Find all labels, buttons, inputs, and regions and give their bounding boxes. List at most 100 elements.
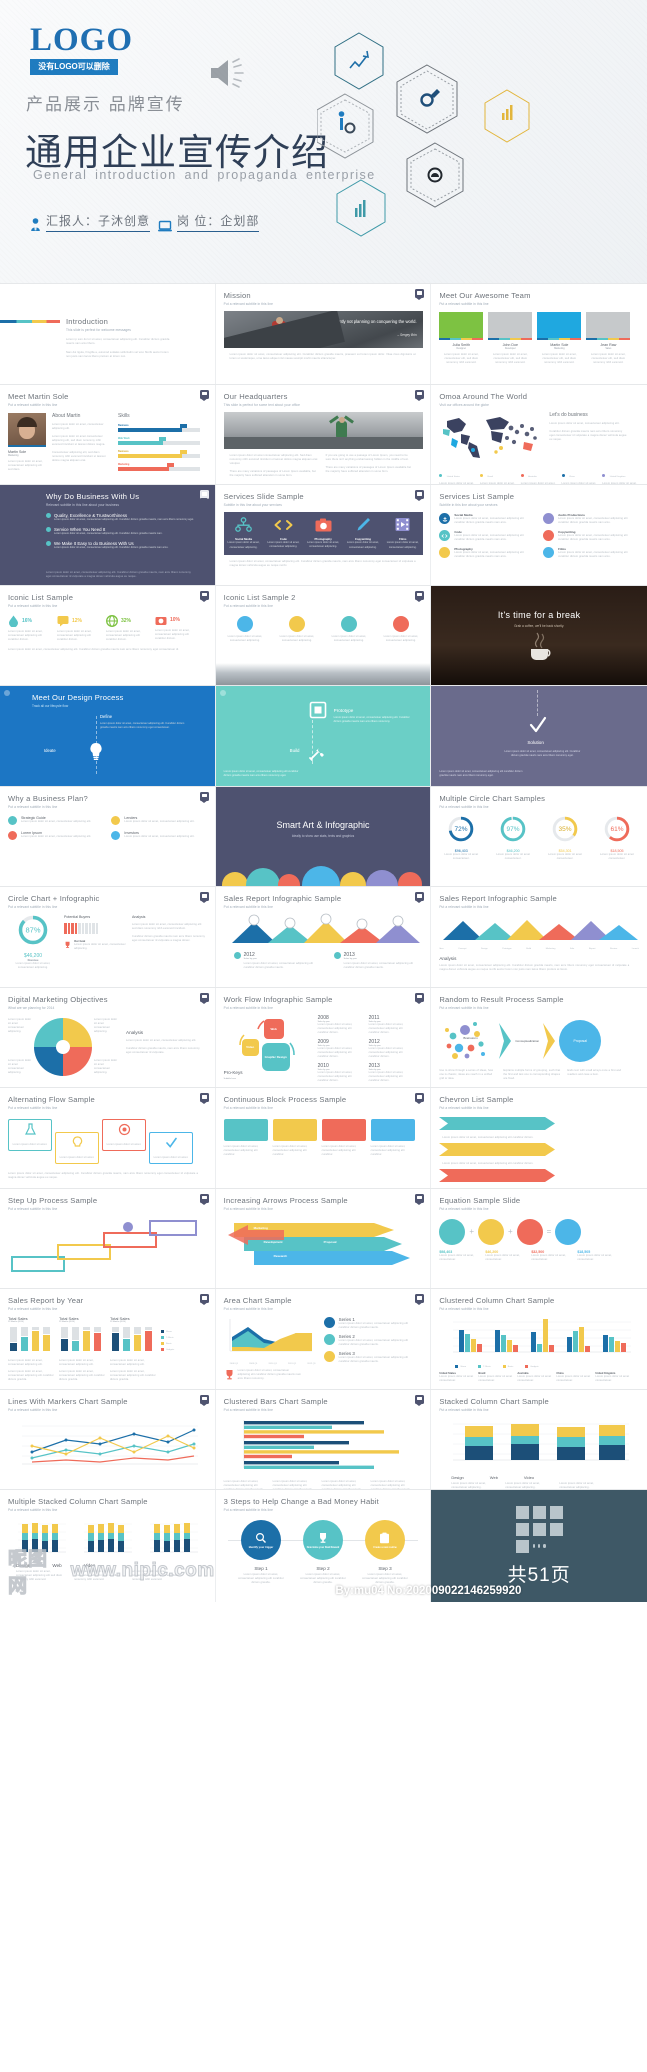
- slide-thumb-step-up[interactable]: Step Up Process Sample Put a relevant su…: [0, 1188, 216, 1288]
- slide-thumb-multi-stacked[interactable]: Multiple Stacked Column Chart Sample Put…: [0, 1490, 216, 1602]
- lightbulb-icon: [90, 742, 102, 760]
- slide-thumb-circle-charts[interactable]: Multiple Circle Chart Samples Put a rele…: [431, 786, 647, 886]
- team-member-card[interactable]: Julia Smith Designer Lorem ipsum dolor s…: [439, 312, 484, 365]
- speaker-icon: [211, 58, 244, 88]
- slide-badge-icon: [199, 1394, 209, 1406]
- slide-subtitle: Put a relevant subtitle in this line: [223, 1407, 273, 1412]
- slide-thumb-continuous-blocks[interactable]: Continuous Block Process Sample Put a re…: [215, 1088, 432, 1188]
- sales-card: Total Sales 12 Months (2014) Lorem ipsum…: [59, 1316, 105, 1382]
- service-item[interactable]: Films Lorem ipsum dolor sit amet, consec…: [386, 517, 420, 549]
- slide-thumb-sales-by-year[interactable]: Sales Report by Year Put a relevant subt…: [0, 1289, 216, 1389]
- service-list-item[interactable]: Photography Lorem ipsum dolor sit amet, …: [439, 547, 535, 559]
- flow-card[interactable]: Lorem ipsum dolor sit amet.: [149, 1132, 193, 1165]
- slide-thumb-iconic-list-2[interactable]: Iconic List Sample 2 Put a relevant subt…: [215, 585, 432, 685]
- slide-thumb-circle-infographic[interactable]: Circle Chart + Infographic Put a relevan…: [0, 887, 216, 987]
- arrow-label: Proposal: [323, 1239, 337, 1244]
- slide-thumb-clustered-column[interactable]: Clustered Column Chart Sample Put a rele…: [431, 1289, 647, 1389]
- plan-item[interactable]: Lorem Ipsum Lorem ipsum dolor sit amet, …: [8, 830, 103, 840]
- slide-thumb-digital-marketing[interactable]: Digital Marketing Objectives What are we…: [0, 987, 216, 1087]
- slide-thumb-area-chart[interactable]: Area Chart Sample Put a relevant subtitl…: [215, 1289, 432, 1389]
- slide-title: Services Slide Sample: [223, 492, 304, 501]
- slide-thumb-break[interactable]: It's time for a break Grab a coffee, we'…: [431, 585, 647, 685]
- block[interactable]: [370, 1119, 415, 1141]
- slide-thumb-iconic-list[interactable]: Iconic List Sample Put a relevant subtit…: [0, 585, 216, 685]
- slide-thumb-world-map[interactable]: Omoa Around The World Visit our offices …: [431, 384, 647, 484]
- slide-thumb-work-flow[interactable]: Work Flow Infographic Sample Put a relev…: [215, 987, 432, 1087]
- icon-stat[interactable]: Lorem ipsum dolor sit amet, consectetuer…: [330, 615, 368, 643]
- side-heading: Let's do business: [549, 411, 588, 418]
- block[interactable]: [272, 1119, 317, 1141]
- service-item[interactable]: Code Lorem ipsum dolor sit amet, consect…: [266, 518, 300, 549]
- icon-stat[interactable]: Lorem ipsum dolor sit amet, consectetuer…: [226, 615, 264, 643]
- slide-thumb-prototype[interactable]: Prototype Lorem ipsum dolor sit amet, co…: [215, 686, 432, 786]
- stat-item[interactable]: 10% Lorem ipsum dolor sit amet, consecte…: [155, 615, 197, 642]
- slide-thumb-random-result[interactable]: Random to Result Process Sample Put a re…: [431, 987, 647, 1087]
- service-list-item[interactable]: Films Lorem ipsum dolor sit amet, consec…: [543, 547, 639, 559]
- slide-thumb-increasing-arrows[interactable]: Increasing Arrows Process Sample Put a r…: [215, 1188, 432, 1288]
- service-list-item[interactable]: Social Media Lorem ipsum dolor sit amet,…: [439, 513, 535, 525]
- slide-thumb-sales-infographic[interactable]: Sales Report Infographic Sample Put a re…: [215, 887, 432, 987]
- water-drop-icon: [9, 615, 18, 627]
- slide-thumb-smart-art[interactable]: Smart Art & Infographic Ideally to show …: [215, 786, 432, 886]
- step-item[interactable]: Determine your Real Reward Step 2 Lorem …: [299, 1520, 347, 1585]
- slide-thumb-chevron-list[interactable]: Chevron List Sample Put a relevant subti…: [431, 1088, 647, 1188]
- icon-stat[interactable]: Lorem ipsum dolor sit amet, consectetuer…: [382, 615, 420, 643]
- slide-thumb-meet-martin[interactable]: Meet Martin Sole Put a relevant subtitle…: [0, 384, 216, 484]
- plan-item[interactable]: Investors Lorem ipsum dolor sit amet, co…: [111, 830, 206, 840]
- service-list-item[interactable]: Code Lorem ipsum dolor sit amet, consect…: [439, 530, 535, 542]
- block[interactable]: [223, 1119, 268, 1141]
- cover-slide: LOGO 没有LOGO可以删除 产品展示 品牌宣传 通用企业宣传介绍 Gener…: [0, 0, 647, 283]
- plan-item[interactable]: Strategic Guide Lorem ipsum dolor sit am…: [8, 815, 103, 825]
- year-cell: 2010 Sales by year Lorem ipsum dolor sit a…: [317, 1062, 353, 1082]
- slide-thumb-clustered-bars[interactable]: Clustered Bars Chart Sample Put a releva…: [215, 1389, 432, 1489]
- slide-thumb-sales-infographic-2[interactable]: Sales Report Infographic Sample Put a re…: [431, 887, 647, 987]
- team-member-card[interactable]: Martin Sole Marketing Lorem ipsum dolor …: [537, 312, 582, 365]
- slide-thumb-services-list[interactable]: Services List Sample Subtitle in this li…: [431, 485, 647, 585]
- slide-row: Step Up Process Sample Put a relevant su…: [0, 1187, 647, 1288]
- series-legend-item: Series 2 Lorem ipsum dolor sit amet, con…: [323, 1334, 420, 1347]
- plan-item[interactable]: Lenders Lorem ipsum dolor sit amet, cons…: [111, 815, 206, 825]
- donut-icon: 35%: [552, 816, 578, 841]
- step-item[interactable]: Identify your trigger Step 1 Lorem ipsum…: [237, 1520, 285, 1585]
- slide-thumb-services-slide[interactable]: Services Slide Sample Subtitle in this l…: [215, 485, 432, 585]
- bar-chart-icon: [112, 1327, 152, 1351]
- slide-badge-icon: [199, 389, 209, 401]
- slide-thumb-stacked-column[interactable]: Stacked Column Chart Sample Put a releva…: [431, 1389, 647, 1489]
- slide-thumb-why-business[interactable]: Why Do Business With Us Relevant subtitl…: [0, 485, 216, 585]
- slide-thumb-team[interactable]: Meet Our Awesome Team Put a relevant sub…: [431, 284, 647, 384]
- slide-subtitle: Subtitle in this line about your service…: [223, 503, 282, 507]
- slide-thumb-solution[interactable]: Solution Lorem ipsum dolor sit amet, con…: [431, 686, 647, 786]
- slide-thumb-lines-markers[interactable]: Lines With Markers Chart Sample Put a re…: [0, 1389, 216, 1489]
- slide-thumb-business-plan[interactable]: Why a Business Plan? Put a relevant subt…: [0, 786, 216, 886]
- slide-thumb-design-process[interactable]: Meet Our Design Process Track all our li…: [0, 686, 216, 786]
- step-item[interactable]: Create a new routine Step 3 Lorem ipsum …: [361, 1520, 409, 1585]
- service-item[interactable]: Social Media Lorem ipsum dolor sit amet,…: [227, 517, 261, 549]
- slide-subtitle: Put a relevant subtitle in this line: [8, 402, 58, 407]
- member-role: Marketing: [554, 347, 565, 350]
- slide-thumb-equation[interactable]: Equation Sample Slide Put a relevant sub…: [431, 1188, 647, 1288]
- stat-value: 10%: [170, 617, 181, 623]
- slide-badge-icon: [199, 490, 209, 501]
- slide-thumb-introduction[interactable]: Introduction This slide is perfect for w…: [0, 284, 216, 384]
- stat-item[interactable]: 32% Lorem ipsum dolor sit amet, consecte…: [106, 614, 148, 642]
- slide-thumb-alternating-flow[interactable]: Alternating Flow Sample Put a relevant s…: [0, 1088, 216, 1188]
- flow-card[interactable]: Lorem ipsum dolor sit amet.: [55, 1132, 99, 1165]
- service-list-item[interactable]: Copywriting Lorem ipsum dolor sit amet, …: [543, 530, 639, 542]
- service-item[interactable]: Copywriting Lorem ipsum dolor sit amet, …: [346, 517, 380, 549]
- icon-stat[interactable]: Lorem ipsum dolor sit amet, consectetuer…: [278, 615, 316, 643]
- flow-card[interactable]: Lorem ipsum dolor sit amet.: [8, 1119, 52, 1152]
- slide-thumb-headquarters[interactable]: Our Headquarters This slide is perfect f…: [215, 384, 432, 484]
- stage-label: Brainstorm: [463, 1035, 478, 1040]
- service-item[interactable]: Photography Lorem ipsum dolor sit amet, …: [306, 518, 340, 549]
- stat-item[interactable]: 12% Lorem ipsum dolor sit amet, consecte…: [57, 615, 99, 642]
- flow-card[interactable]: Lorem ipsum dolor sit amet.: [102, 1119, 146, 1152]
- slide-title: Services List Sample: [439, 492, 515, 501]
- analysis-heading: Analysis: [126, 1029, 144, 1035]
- block[interactable]: [321, 1119, 366, 1141]
- presenter-block: 汇报人：子沐创意: [30, 212, 151, 232]
- team-member-card[interactable]: John Doe Developer Lorem ipsum dolor sit…: [488, 312, 533, 365]
- service-list-item[interactable]: Audio Productions Lorem ipsum dolor sit …: [543, 513, 639, 525]
- slide-thumb-mission[interactable]: Mission Put a relevant subtitle in this …: [215, 284, 432, 384]
- team-member-card[interactable]: Jean Raw Sales Lorem ipsum dolor sit ame…: [586, 312, 631, 365]
- stat-item[interactable]: 16% Lorem ipsum dolor sit amet, consecte…: [8, 615, 50, 642]
